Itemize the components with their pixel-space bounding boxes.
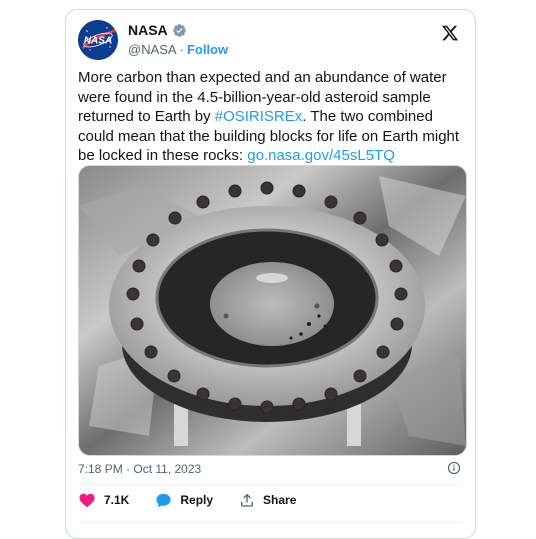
asteroid-sample-canister-image bbox=[79, 166, 466, 455]
like-count: 7.1K bbox=[104, 493, 130, 507]
nasa-logo-icon: NASA bbox=[78, 20, 118, 60]
author-name-row: NASA bbox=[128, 22, 187, 38]
tweet-actions: 7.1K Reply Share bbox=[78, 490, 296, 510]
share-button[interactable]: Share bbox=[239, 492, 296, 508]
url-link[interactable]: go.nasa.gov/45sL5TQ bbox=[247, 147, 395, 164]
tweet-header: NASA NASA @NASA · Follow bbox=[78, 20, 463, 64]
share-upload-icon bbox=[241, 493, 254, 507]
divider bbox=[78, 484, 463, 485]
reply-button[interactable]: Reply bbox=[155, 492, 213, 509]
avatar[interactable]: NASA bbox=[78, 20, 118, 60]
like-button[interactable]: 7.1K bbox=[78, 491, 129, 509]
handle-row: @NASA · Follow bbox=[128, 42, 228, 57]
tweet-image[interactable] bbox=[78, 165, 467, 456]
author-name[interactable]: NASA bbox=[128, 22, 168, 38]
tweet-card: NASA NASA @NASA · Follow More carbon than … bbox=[65, 9, 476, 539]
hashtag-link[interactable]: #OSIRISREx bbox=[215, 108, 303, 125]
reply-label: Reply bbox=[180, 493, 214, 507]
heart-icon bbox=[79, 493, 95, 508]
separator-dot: · bbox=[179, 42, 184, 57]
share-label: Share bbox=[263, 493, 297, 507]
author-handle[interactable]: @NASA bbox=[128, 42, 177, 57]
bottom-divider bbox=[78, 522, 463, 523]
follow-button[interactable]: Follow bbox=[187, 42, 228, 57]
verified-badge-icon bbox=[172, 23, 187, 38]
info-icon[interactable] bbox=[447, 461, 461, 475]
timestamp[interactable]: 7:18 PM · Oct 11, 2023 bbox=[78, 462, 201, 476]
tweet-text: More carbon than expected and an abundan… bbox=[78, 68, 468, 166]
reply-bubble-icon bbox=[156, 493, 171, 507]
svg-text:NASA: NASA bbox=[84, 36, 112, 47]
tweet-meta: 7:18 PM · Oct 11, 2023 bbox=[78, 461, 463, 477]
x-logo-icon[interactable] bbox=[441, 24, 459, 42]
